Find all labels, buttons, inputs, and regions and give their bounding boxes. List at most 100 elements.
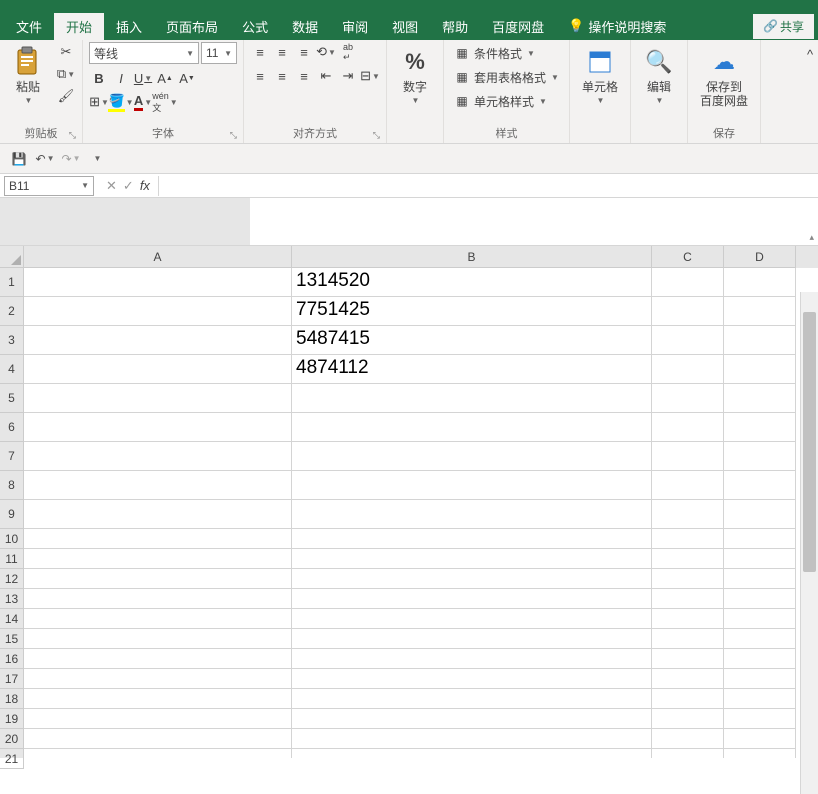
tab-tell-me[interactable]: 💡 操作说明搜索 xyxy=(556,13,678,40)
cell-C6[interactable] xyxy=(652,413,724,442)
row-header-2[interactable]: 2 xyxy=(0,297,24,326)
cell-D3[interactable] xyxy=(724,326,796,355)
cell-D10[interactable] xyxy=(724,529,796,549)
cell-B8[interactable] xyxy=(292,471,652,500)
collapse-formula-bar-button[interactable]: ▴ xyxy=(809,232,814,243)
cell-C1[interactable] xyxy=(652,268,724,297)
cell-C8[interactable] xyxy=(652,471,724,500)
cell-A20[interactable] xyxy=(24,729,292,749)
align-left-button[interactable]: ≡ xyxy=(250,66,270,86)
cut-button[interactable]: ✂ xyxy=(56,42,76,62)
undo-button[interactable]: ↶▼ xyxy=(34,148,56,170)
cell-C7[interactable] xyxy=(652,442,724,471)
fill-color-button[interactable]: 🪣▼ xyxy=(111,92,131,112)
cell-D15[interactable] xyxy=(724,629,796,649)
cell-A10[interactable] xyxy=(24,529,292,549)
row-header-4[interactable]: 4 xyxy=(0,355,24,384)
tab-review[interactable]: 审阅 xyxy=(330,13,380,40)
column-header-D[interactable]: D xyxy=(724,246,796,268)
cell-A17[interactable] xyxy=(24,669,292,689)
cell-B16[interactable] xyxy=(292,649,652,669)
cell-A16[interactable] xyxy=(24,649,292,669)
cell-grid[interactable]: 1314520775142554874154874112 xyxy=(24,268,818,758)
cell-D19[interactable] xyxy=(724,709,796,729)
align-right-button[interactable]: ≡ xyxy=(294,66,314,86)
fx-button[interactable]: fx xyxy=(140,178,150,194)
cell-D14[interactable] xyxy=(724,609,796,629)
cell-C17[interactable] xyxy=(652,669,724,689)
cell-C4[interactable] xyxy=(652,355,724,384)
row-header-13[interactable]: 13 xyxy=(0,589,24,609)
cell-C10[interactable] xyxy=(652,529,724,549)
row-header-11[interactable]: 11 xyxy=(0,549,24,569)
column-header-C[interactable]: C xyxy=(652,246,724,268)
enter-formula-button[interactable]: ✓ xyxy=(123,178,134,194)
row-header-12[interactable]: 12 xyxy=(0,569,24,589)
increase-font-button[interactable]: A▲ xyxy=(155,68,175,88)
cell-A8[interactable] xyxy=(24,471,292,500)
cell-A6[interactable] xyxy=(24,413,292,442)
row-header-10[interactable]: 10 xyxy=(0,529,24,549)
tab-page-layout[interactable]: 页面布局 xyxy=(154,13,230,40)
tab-formula[interactable]: 公式 xyxy=(230,13,280,40)
format-painter-button[interactable]: 🖌 xyxy=(56,86,76,106)
cell-D6[interactable] xyxy=(724,413,796,442)
tab-file[interactable]: 文件 xyxy=(4,13,54,40)
phonetic-button[interactable]: wén文▼ xyxy=(155,92,175,112)
cell-D18[interactable] xyxy=(724,689,796,709)
cell-B2[interactable]: 7751425 xyxy=(292,297,652,326)
row-header-3[interactable]: 3 xyxy=(0,326,24,355)
conditional-format-button[interactable]: ▦条件格式▼ xyxy=(450,42,563,64)
tab-baidu[interactable]: 百度网盘 xyxy=(480,13,556,40)
cell-D1[interactable] xyxy=(724,268,796,297)
tab-insert[interactable]: 插入 xyxy=(104,13,154,40)
row-header-17[interactable]: 17 xyxy=(0,669,24,689)
vertical-scrollbar[interactable] xyxy=(800,292,818,794)
cell-A12[interactable] xyxy=(24,569,292,589)
font-color-button[interactable]: A▼ xyxy=(133,92,153,112)
align-center-button[interactable]: ≡ xyxy=(272,66,292,86)
row-header-15[interactable]: 15 xyxy=(0,629,24,649)
tab-home[interactable]: 开始 xyxy=(54,13,104,40)
underline-button[interactable]: U▼ xyxy=(133,68,153,88)
row-header-18[interactable]: 18 xyxy=(0,689,24,709)
cell-B3[interactable]: 5487415 xyxy=(292,326,652,355)
cell-B19[interactable] xyxy=(292,709,652,729)
row-header-5[interactable]: 5 xyxy=(0,384,24,413)
cell-C15[interactable] xyxy=(652,629,724,649)
cell-C5[interactable] xyxy=(652,384,724,413)
save-baidu-button[interactable]: ☁ 保存到 百度网盘 xyxy=(694,42,754,113)
cell-C3[interactable] xyxy=(652,326,724,355)
row-header-1[interactable]: 1 xyxy=(0,268,24,297)
redo-button[interactable]: ↷▼ xyxy=(60,148,82,170)
cell-B20[interactable] xyxy=(292,729,652,749)
row-header-14[interactable]: 14 xyxy=(0,609,24,629)
cell-A15[interactable] xyxy=(24,629,292,649)
align-bottom-button[interactable]: ≡ xyxy=(294,42,314,62)
cell-D7[interactable] xyxy=(724,442,796,471)
cell-D20[interactable] xyxy=(724,729,796,749)
copy-button[interactable]: ⧉▼ xyxy=(56,64,76,84)
border-button[interactable]: ⊞▼ xyxy=(89,92,109,112)
cell-D21[interactable] xyxy=(724,749,796,758)
bold-button[interactable]: B xyxy=(89,68,109,88)
row-header-16[interactable]: 16 xyxy=(0,649,24,669)
row-header-19[interactable]: 19 xyxy=(0,709,24,729)
paste-button[interactable]: 粘贴 ▼ xyxy=(6,42,50,109)
row-header-6[interactable]: 6 xyxy=(0,413,24,442)
dialog-launcher-icon[interactable]: ⤡ xyxy=(373,130,380,141)
cell-A4[interactable] xyxy=(24,355,292,384)
name-box[interactable]: B11▼ xyxy=(4,176,94,196)
cell-B4[interactable]: 4874112 xyxy=(292,355,652,384)
cell-D17[interactable] xyxy=(724,669,796,689)
decrease-indent-button[interactable]: ⇤ xyxy=(316,66,336,86)
cell-C14[interactable] xyxy=(652,609,724,629)
cell-C11[interactable] xyxy=(652,549,724,569)
cell-A2[interactable] xyxy=(24,297,292,326)
row-header-9[interactable]: 9 xyxy=(0,500,24,529)
cell-C2[interactable] xyxy=(652,297,724,326)
cell-C18[interactable] xyxy=(652,689,724,709)
number-format-button[interactable]: % 数字 ▼ xyxy=(393,42,437,109)
select-all-button[interactable] xyxy=(0,246,24,268)
cell-B18[interactable] xyxy=(292,689,652,709)
